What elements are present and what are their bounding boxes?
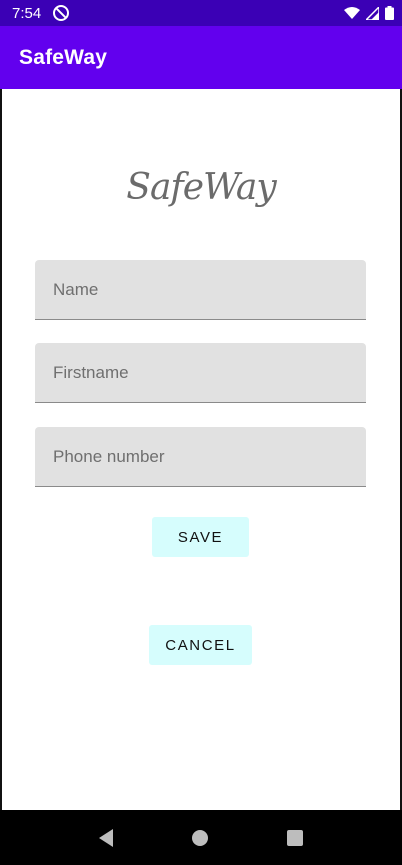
- app-title: SafeWay: [19, 45, 108, 69]
- recents-icon[interactable]: [286, 829, 303, 846]
- save-button[interactable]: SAVE: [152, 517, 249, 557]
- status-icons: [344, 6, 394, 20]
- battery-icon: [385, 6, 394, 20]
- signal-icon: [366, 6, 379, 20]
- status-time: 7:54: [12, 4, 42, 22]
- wifi-icon: [344, 7, 360, 19]
- name-field[interactable]: [35, 260, 366, 320]
- status-bar: 7:54: [0, 0, 402, 26]
- phone-number-input[interactable]: [35, 427, 366, 486]
- cancel-button[interactable]: CANCEL: [149, 625, 252, 665]
- back-icon[interactable]: [99, 828, 114, 847]
- name-input[interactable]: [35, 260, 366, 319]
- do-not-disturb-icon: [53, 5, 70, 21]
- firstname-field[interactable]: [35, 343, 366, 403]
- safeway-logo: SafeWay: [126, 167, 276, 208]
- firstname-input[interactable]: [35, 343, 366, 402]
- form-screen: SafeWay SAVE CANCEL: [2, 89, 400, 810]
- navigation-bar: [0, 810, 402, 865]
- app-bar: SafeWay: [0, 26, 402, 89]
- home-icon[interactable]: [191, 829, 208, 846]
- phone-number-field[interactable]: [35, 427, 366, 487]
